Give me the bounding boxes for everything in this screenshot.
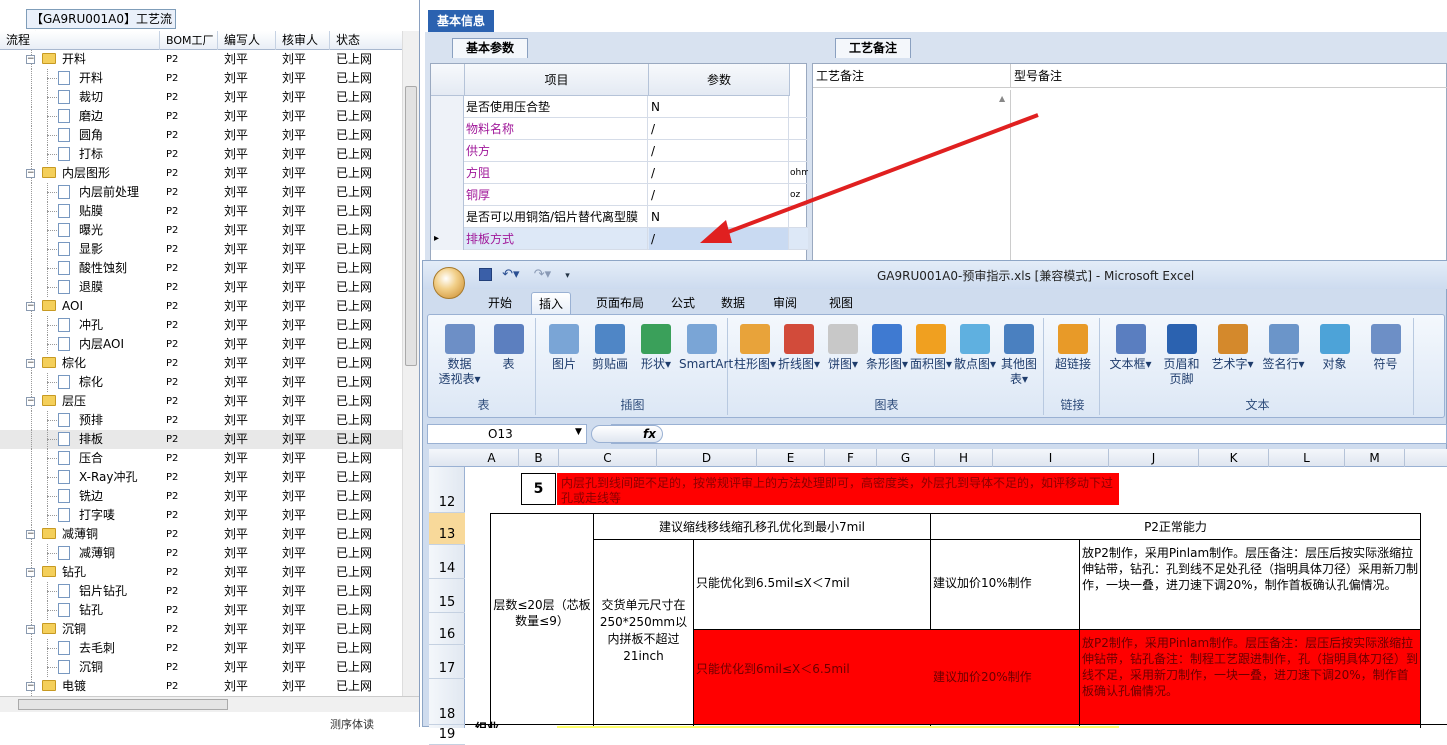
arrow-line [711, 113, 1039, 240]
arrow-head-icon [700, 220, 732, 243]
row-header[interactable]: 19 [429, 725, 465, 745]
red-arrow-annotation [700, 113, 1039, 243]
